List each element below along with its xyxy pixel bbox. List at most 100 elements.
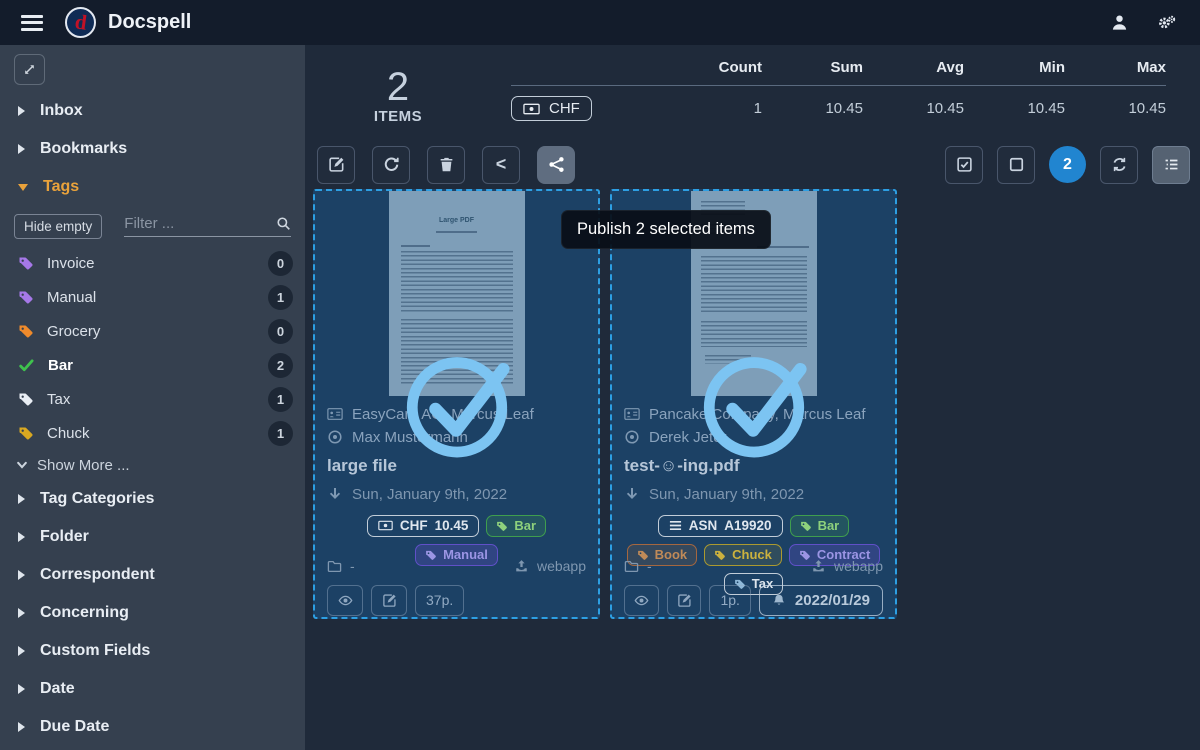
item-title[interactable]: test-☺-ing.pdf: [624, 456, 883, 476]
tag-name: Tax: [47, 391, 70, 408]
sidebar-tag-bar[interactable]: Bar 2: [0, 348, 305, 382]
dot-circle-icon: [327, 429, 343, 445]
preview-text-line: [436, 231, 477, 233]
stats-header: 2 ITEMS Count Sum Avg Min Max CHF 1 10.4…: [305, 45, 1200, 125]
reprocess-items-button[interactable]: [372, 146, 410, 184]
source-value: webapp: [537, 558, 586, 574]
selected-count-badge[interactable]: 2: [1049, 146, 1086, 183]
sidebar-item-concerning[interactable]: Concerning: [0, 594, 305, 632]
item-card-large-file[interactable]: Large PDF EasyCare AG, Marcus Leaf Max M…: [313, 189, 600, 619]
item-card-test-ing-pdf[interactable]: Pancake Company, Marcus Leaf Derek Jeter…: [610, 189, 897, 619]
merge-items-button[interactable]: <: [482, 146, 520, 184]
tag-chip-bar[interactable]: Bar: [790, 515, 850, 537]
due-date-value: 2022/01/29: [795, 592, 870, 609]
preview-item-button[interactable]: [327, 585, 363, 616]
sidebar-item-tag-categories[interactable]: Tag Categories: [0, 480, 305, 518]
sidebar-item-custom-fields[interactable]: Custom Fields: [0, 632, 305, 670]
delete-items-button[interactable]: [427, 146, 465, 184]
sidebar-item-inbox[interactable]: Inbox: [0, 92, 305, 130]
sidebar-tag-chuck[interactable]: Chuck 1: [0, 416, 305, 450]
show-more-tags[interactable]: Show More ...: [0, 450, 305, 480]
sidebar-item-folder[interactable]: Folder: [0, 518, 305, 556]
asn-badge: ASN A19920: [658, 515, 783, 537]
preview-text-lines: [705, 355, 751, 364]
hide-empty-button[interactable]: Hide empty: [14, 214, 102, 239]
item-count-block: 2 ITEMS: [363, 67, 433, 125]
stats-table: Count Sum Avg Min Max CHF 1 10.45 10.45 …: [511, 59, 1166, 121]
sidebar-tag-manual[interactable]: Manual 1: [0, 280, 305, 314]
tag-icon: [18, 391, 34, 407]
sidebar-item-label: Date: [40, 680, 75, 698]
sidebar-item-date[interactable]: Date: [0, 670, 305, 708]
arrow-down-icon: [624, 486, 640, 502]
correspondent-text: Pancake Company, Marcus Leaf: [649, 403, 866, 426]
docspell-logo[interactable]: d: [65, 7, 96, 38]
sidebar-item-correspondent[interactable]: Correspondent: [0, 556, 305, 594]
sidebar-item-label: Inbox: [40, 102, 83, 120]
eye-icon: [634, 593, 649, 608]
chevron-down-icon: [16, 459, 28, 471]
sidebar-tag-invoice[interactable]: Invoice 0: [0, 246, 305, 280]
settings-gears-icon[interactable]: [1157, 13, 1176, 32]
toolbar-left: <: [317, 146, 575, 184]
sidebar-item-source[interactable]: Source: [0, 746, 305, 750]
edit-item-button[interactable]: [371, 585, 407, 616]
collapse-sidebar-button[interactable]: [14, 54, 45, 85]
item-date-row: Sun, January 9th, 2022: [327, 483, 586, 506]
item-cards: Large PDF EasyCare AG, Marcus Leaf Max M…: [313, 189, 1200, 619]
tag-chip-bar[interactable]: Bar: [486, 515, 546, 537]
preview-text-line: [401, 245, 431, 247]
preview-text-lines: [401, 319, 513, 385]
item-title[interactable]: large file: [327, 456, 586, 476]
sidebar-item-label: Custom Fields: [40, 642, 150, 660]
view-menu-button[interactable]: [1152, 146, 1190, 184]
less-than-icon: <: [496, 154, 507, 175]
folder-info: -: [327, 558, 355, 574]
tag-count-badge: 1: [268, 387, 293, 412]
sidebar-tag-tax[interactable]: Tax 1: [0, 382, 305, 416]
invert-selection-button[interactable]: [1100, 146, 1138, 184]
address-card-icon: [624, 406, 640, 422]
search-icon: [276, 216, 291, 231]
item-count: 2: [363, 67, 433, 108]
tag-filter-input[interactable]: [124, 215, 276, 232]
select-all-button[interactable]: [945, 146, 983, 184]
sidebar-item-bookmarks[interactable]: Bookmarks: [0, 130, 305, 168]
folder-icon: [327, 559, 342, 573]
caret-right-icon: [18, 106, 25, 116]
preview-item-button[interactable]: [624, 585, 659, 616]
item-meta: Pancake Company, Marcus Leaf Derek Jeter…: [612, 396, 895, 621]
sidebar-item-tags[interactable]: Tags: [0, 168, 305, 206]
sidebar-tag-grocery[interactable]: Grocery 0: [0, 314, 305, 348]
deselect-all-button[interactable]: [997, 146, 1035, 184]
item-date: Sun, January 9th, 2022: [649, 483, 804, 506]
source-info: webapp: [811, 558, 883, 574]
app-title: Docspell: [108, 11, 191, 34]
concerning-text: Derek Jeter: [649, 426, 727, 449]
value-count: 1: [661, 100, 762, 117]
empty-header-cell: [511, 59, 661, 76]
sidebar-item-label: Correspondent: [40, 566, 155, 584]
publish-items-button[interactable]: [537, 146, 575, 184]
item-actions: 1p. 2022/01/29: [624, 585, 883, 616]
page-count-badge: 1p.: [709, 585, 750, 616]
preview-page: Large PDF: [389, 191, 525, 396]
source-info: webapp: [514, 558, 586, 574]
check-square-icon: [956, 156, 973, 173]
top-navbar: d Docspell: [0, 0, 1200, 45]
hamburger-menu-icon[interactable]: [21, 11, 43, 34]
navbar-actions: [1110, 13, 1176, 32]
item-footer: - webapp: [327, 558, 586, 574]
item-actions: 37p.: [327, 585, 586, 616]
edit-items-button[interactable]: [317, 146, 355, 184]
user-icon[interactable]: [1110, 13, 1129, 32]
edit-icon: [677, 593, 692, 608]
value-avg: 10.45: [863, 100, 964, 117]
dot-circle-icon: [624, 429, 640, 445]
concerning-text: Max Mustermann: [352, 426, 468, 449]
sidebar-item-due-date[interactable]: Due Date: [0, 708, 305, 746]
preview-text-lines: [701, 256, 807, 314]
tag-count-badge: 0: [268, 319, 293, 344]
edit-item-button[interactable]: [667, 585, 702, 616]
folder-info: -: [624, 558, 652, 574]
